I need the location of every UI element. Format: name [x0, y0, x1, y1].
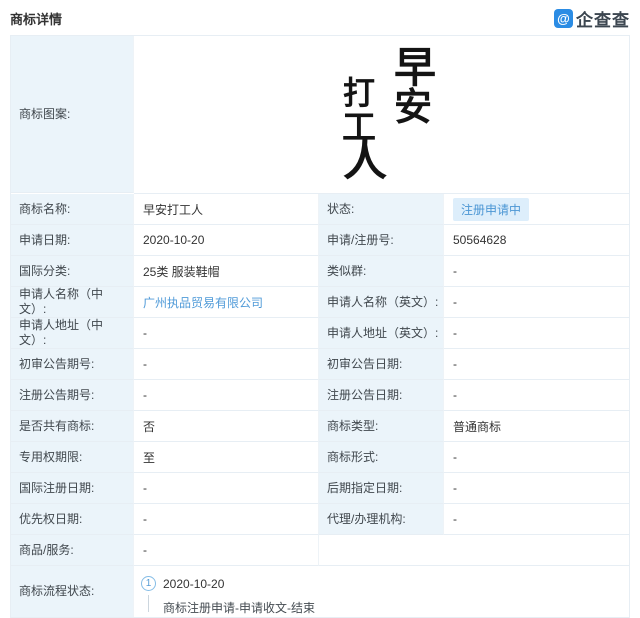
field-label: 申请人名称（英文）:	[319, 287, 444, 318]
page-title: 商标详情	[10, 9, 62, 28]
field-label: 商品/服务:	[11, 535, 134, 566]
applicant-company-link[interactable]: 广州执品贸易有限公司	[143, 294, 263, 311]
field-value: 至	[134, 442, 319, 473]
field-value: -	[444, 318, 629, 349]
trademark-detail-table: 商标图案: 早 安 打 工 人 商标名称: 早安打工人 状态: 注册申请中 申请…	[10, 35, 630, 618]
field-value: -	[134, 318, 319, 349]
field-label: 商标类型:	[319, 411, 444, 442]
field-label: 申请人地址（中文）:	[11, 318, 134, 349]
field-value-trademark-name: 早安打工人	[134, 194, 319, 225]
field-label: 专用权期限:	[11, 442, 134, 473]
field-value-similar-group: -	[444, 256, 629, 287]
field-label: 是否共有商标:	[11, 411, 134, 442]
field-value: -	[134, 504, 319, 535]
status-badge: 注册申请中	[453, 198, 529, 221]
trademark-character: 早	[394, 47, 436, 89]
field-label: 申请人名称（中文）:	[11, 287, 134, 318]
table-row-goods-services: 商品/服务: -	[11, 535, 629, 566]
qichacha-icon: @	[554, 9, 573, 28]
table-row-classification: 国际分类: 25类 服装鞋帽 类似群: -	[11, 256, 629, 287]
table-row-flow-status: 商标流程状态: 1 2020-10-20 商标注册申请-申请收文-结束	[11, 566, 629, 617]
timeline-connector	[148, 595, 149, 612]
field-label: 优先权日期:	[11, 504, 134, 535]
qichacha-logo[interactable]: @ 企查查	[554, 6, 630, 31]
table-row-applicant-address: 申请人地址（中文）: - 申请人地址（英文）: -	[11, 318, 629, 349]
field-value-trademark-type: 普通商标	[444, 411, 629, 442]
trademark-character: 人	[343, 139, 387, 183]
field-label: 商标名称:	[11, 194, 134, 225]
table-row-applicant-name: 申请人名称（中文）: 广州执品贸易有限公司 申请人名称（英文）: -	[11, 287, 629, 318]
field-label: 初审公告期号:	[11, 349, 134, 380]
field-value: -	[134, 380, 319, 411]
page-header: 商标详情 @ 企查查	[0, 0, 640, 35]
table-row-trademark-image: 商标图案: 早 安 打 工 人	[11, 36, 629, 194]
table-row-preliminary-gazette: 初审公告期号: - 初审公告日期: -	[11, 349, 629, 380]
trademark-character: 安	[394, 88, 432, 126]
field-label: 后期指定日期:	[319, 473, 444, 504]
table-row-apply-date: 申请日期: 2020-10-20 申请/注册号: 50564628	[11, 225, 629, 256]
field-value-applicant-en: -	[444, 287, 629, 318]
field-value: -	[444, 442, 629, 473]
trademark-character: 打	[343, 77, 375, 109]
field-value-status: 注册申请中	[444, 194, 629, 225]
field-label-trademark-image: 商标图案:	[11, 36, 134, 193]
table-row-exclusive-period: 专用权期限: 至 商标形式: -	[11, 442, 629, 473]
step-date: 2020-10-20	[163, 577, 224, 591]
field-value-goods-services: -	[134, 535, 319, 566]
table-row-international-registration: 国际注册日期: - 后期指定日期: -	[11, 473, 629, 504]
field-label: 申请/注册号:	[319, 225, 444, 256]
table-row-priority-date: 优先权日期: - 代理/办理机构: -	[11, 504, 629, 535]
field-label: 注册公告日期:	[319, 380, 444, 411]
qichacha-brand-text: 企查查	[576, 6, 630, 31]
field-label: 申请日期:	[11, 225, 134, 256]
field-label: 初审公告日期:	[319, 349, 444, 380]
step-number-badge: 1	[141, 576, 156, 591]
field-value-applicant-cn: 广州执品贸易有限公司	[134, 287, 319, 318]
field-label: 商标流程状态:	[11, 566, 134, 617]
field-label: 国际分类:	[11, 256, 134, 287]
field-value-registration-number: 50564628	[444, 225, 629, 256]
empty-cell	[319, 535, 629, 566]
field-label: 状态:	[319, 194, 444, 225]
field-label: 申请人地址（英文）:	[319, 318, 444, 349]
field-value: -	[444, 349, 629, 380]
field-label: 代理/办理机构:	[319, 504, 444, 535]
field-label: 商标形式:	[319, 442, 444, 473]
field-label: 国际注册日期:	[11, 473, 134, 504]
field-value: -	[134, 473, 319, 504]
field-value-agency: -	[444, 504, 629, 535]
trademark-image: 早 安 打 工 人	[134, 36, 629, 194]
table-row-registration-gazette: 注册公告期号: - 注册公告日期: -	[11, 380, 629, 411]
field-value: -	[444, 380, 629, 411]
field-value-classification: 25类 服装鞋帽	[134, 256, 319, 287]
field-value: 否	[134, 411, 319, 442]
field-label: 类似群:	[319, 256, 444, 287]
field-value: -	[444, 473, 629, 504]
flow-timeline: 1 2020-10-20 商标注册申请-申请收文-结束	[134, 566, 629, 617]
step-description: 商标注册申请-申请收文-结束	[163, 599, 315, 616]
field-value: -	[134, 349, 319, 380]
field-label: 注册公告期号:	[11, 380, 134, 411]
table-row-name-status: 商标名称: 早安打工人 状态: 注册申请中	[11, 194, 629, 225]
field-value-apply-date: 2020-10-20	[134, 225, 319, 256]
table-row-shared-trademark: 是否共有商标: 否 商标类型: 普通商标	[11, 411, 629, 442]
